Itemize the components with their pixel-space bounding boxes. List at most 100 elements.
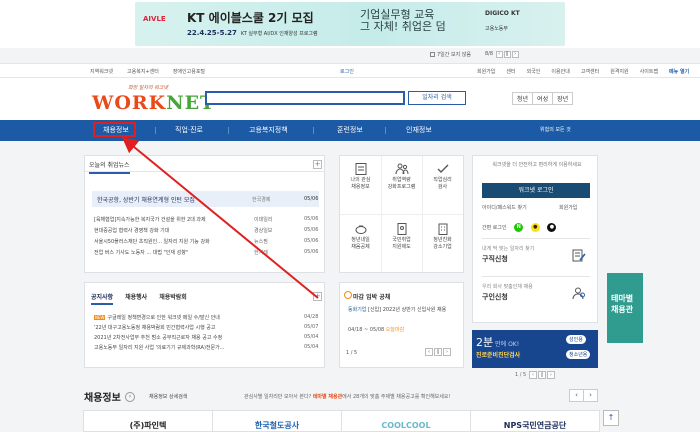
tab-fairs[interactable]: 채용박람회 — [159, 292, 187, 305]
service-youth-friendly[interactable]: 청년친화 강소기업 — [422, 218, 463, 257]
utility-left-links: 지역워크넷 고용복지+센터 장애인고용포털 — [90, 68, 205, 75]
check-hand-icon — [437, 164, 448, 173]
banner-logos: DIGICO KT 고용노동부 — [485, 10, 520, 32]
highlight-box — [93, 122, 136, 137]
banner-prev-button[interactable]: ‹ — [495, 51, 503, 58]
service-national-employment[interactable]: 국민취업 지원제도 — [381, 218, 422, 257]
deadline-prev-button[interactable]: ‹ — [425, 348, 433, 356]
tab-events[interactable]: 채용행사 — [125, 292, 147, 305]
list-item[interactable]: NEW 구글레일 정책변경으로 인한 워크넷 메일 수/발신 안내 04/28 — [94, 313, 319, 323]
jobs-next-button[interactable]: › — [583, 389, 598, 402]
kakao-icon[interactable]: ● — [530, 223, 540, 232]
promo-banner[interactable]: 2분 만에 OK! 진로준비진단검사 성인용 청소년용 — [472, 330, 598, 368]
company-cards: (주)파인텍 한국철도공사 COOLCOOL NPS국민연금공단 — [83, 410, 604, 432]
list-item[interactable]: 서울시50플러스재단 초직원인... 일자리 지원 기능 강화 뉴스핌 05/06 — [94, 237, 319, 248]
login-button[interactable]: 워크넷 로그인 — [482, 183, 590, 198]
promo-prev-button[interactable]: ‹ — [528, 371, 537, 379]
list-item[interactable]: 현대중공업 협력사 경영책 강화 기대 경상일보 05/06 — [94, 226, 319, 237]
notice-panel: 공지사항 채용행사 채용박람회 + NEW 구글레일 정책변경으로 인한 워크넷 … — [84, 282, 325, 368]
theme-hiring-banner[interactable]: 테마별 채용관 — [607, 273, 643, 343]
apple-icon[interactable]: ● — [547, 223, 557, 232]
service-interest-jobs[interactable]: 나의 관심 채용정보 — [340, 158, 381, 197]
util-link-center[interactable]: 고용복지+센터 — [127, 68, 159, 75]
join-link[interactable]: 회원가입 — [559, 204, 577, 211]
person-search-icon — [572, 287, 585, 300]
social-login: 간편 로그인 N ● ● — [482, 223, 557, 232]
news-featured[interactable]: 한국공항, 상반기 채용연계형 인턴 모집 한국경제 05/06 — [92, 191, 319, 207]
banner-ad[interactable]: AIVLE KT 에이블스쿨 2기 모집 22.4.25-5.27 KT 실무형 … — [135, 2, 565, 46]
top-banner[interactable]: AIVLE KT 에이블스쿨 2기 모집 22.4.25-5.27 KT 실무형 … — [0, 0, 700, 48]
banner-next-button[interactable]: › — [511, 51, 519, 58]
jobs-section-header: 채용정보 › 채용정보 상세검색 관심사별 일자리만 모아서 본다? 테마별 채… — [84, 389, 604, 404]
search-input[interactable] — [205, 91, 405, 105]
tab-youth[interactable]: 청년 — [512, 92, 534, 105]
promo-pager: 1 / 5 ‹ ∥ › — [515, 371, 555, 379]
people-icon — [395, 163, 408, 175]
list-item[interactable]: 2021년 2차전사업부 추천 범소 공무직근로자 채용 공고 수정 05/04 — [94, 333, 319, 343]
banner-pause-button[interactable]: ∥ — [503, 51, 511, 58]
job-search-button[interactable]: 일자리 검색 — [408, 91, 466, 105]
nav-item-welfare[interactable]: 고용복지정책 — [249, 120, 288, 141]
clock-icon — [344, 291, 352, 299]
service-grid: 나의 관심 채용정보 취업역량 강화프로그램 직업심리 검사 청년내일 채움공제 국민취… — [339, 155, 464, 273]
util-link-disabled[interactable]: 장애인고용포털 — [173, 68, 205, 75]
list-item[interactable]: [육해협업]지속가능한 복지국가 건설을 위한 2대 과제 이데일리 05/06 — [94, 215, 319, 226]
news-more-icon[interactable]: + — [313, 160, 322, 169]
deadline-item[interactable]: 동화기업 [신입] 2022년 상반기 신입사원 채용 — [348, 306, 458, 315]
job-offer-apply[interactable]: 우리 회사 맞춤인재 채용 구인신청 — [482, 283, 590, 309]
user-type-tabs: 청년 여성 장년 — [512, 92, 574, 105]
nav-item-talent[interactable]: 인재정보 — [406, 120, 432, 141]
tab-notice[interactable]: 공지사항 — [91, 292, 114, 305]
nav-item-all[interactable]: 위험의 모든 것 — [540, 120, 571, 141]
nav-item-career[interactable]: 직업·진로 — [175, 120, 203, 141]
notice-more-icon[interactable]: + — [313, 292, 322, 301]
info-icon[interactable]: › — [125, 392, 135, 402]
list-item[interactable]: 전업 버스 기사도 노동자 ... 대법 "인재 성향" 한겨레 05/06 — [94, 248, 319, 259]
banner-slogan: 기업실무형 교육 그 자체! 취업은 덤 — [360, 8, 446, 33]
company-card[interactable]: NPS국민연금공단 — [470, 410, 600, 432]
company-card[interactable]: 한국철도공사 — [212, 410, 342, 432]
list-item[interactable]: '22년 대구고용노동청 채용박람회 민간협력사업 시행 공고 05/07 — [94, 323, 319, 333]
deadline-title: 마감 임박 공채 — [353, 294, 391, 301]
banner-title: KT 에이블스쿨 2기 모집 — [187, 11, 314, 25]
util-link-local[interactable]: 지역워크넷 — [90, 68, 113, 75]
jobs-detail-search-link[interactable]: 채용정보 상세검색 — [149, 393, 187, 400]
deadline-next-button[interactable]: › — [443, 348, 451, 356]
nav-item-training[interactable]: 훈련정보 — [337, 120, 363, 141]
service-capacity[interactable]: 취업역량 강화프로그램 — [381, 158, 422, 197]
promo-adult-button[interactable]: 성인용 — [566, 335, 586, 344]
checklist-icon — [355, 163, 366, 175]
login-message: 워크넷을 더 안전하고 편리하게 이용하세요 — [492, 162, 582, 168]
login-panel: 워크넷을 더 안전하고 편리하게 이용하세요 워크넷 로그인 아이디/패스워드 … — [472, 155, 598, 323]
company-card[interactable]: COOLCOOL — [341, 410, 471, 432]
jobs-message: 관심사별 일자리만 모아서 본다? 테마별 채용관에서 28개의 맞춤 주제별 … — [244, 394, 451, 400]
site-header: 희망 일자리 워크넷 WORKNET 일자리 검색 청년 여성 장년 — [0, 78, 700, 120]
deadline-pager: 1 / 5 — [346, 350, 358, 356]
banner-pager: 8/8 ‹ ∥ › — [485, 51, 519, 58]
news-list: [육해협업]지속가능한 복지국가 건설을 위한 2대 과제 이데일리 05/06 현… — [94, 215, 319, 259]
list-item[interactable]: 고용노동부 일자리 지원 사업 '의료기기 규제과학(RA)전문가... 05/0… — [94, 343, 319, 353]
promo-pause-button[interactable]: ∥ — [537, 371, 546, 379]
news-panel: 오늘의 취업뉴스 + 한국공항, 상반기 채용연계형 인턴 모집 한국경제 05… — [84, 155, 325, 273]
banner-brand: AIVLE — [143, 15, 166, 23]
service-youth-savings[interactable]: 청년내일 채움공제 — [340, 218, 381, 257]
promo-next-button[interactable]: › — [546, 371, 555, 379]
naver-icon[interactable]: N — [514, 223, 524, 232]
deadline-pause-button[interactable]: ∥ — [434, 348, 442, 356]
banner-hide-checkbox[interactable]: 7일간 보지 않음 — [430, 51, 471, 58]
utility-bar: 지역워크넷 고용복지+센터 장애인고용포털 로그인 회원가입 센터 외국인 이용… — [0, 63, 700, 78]
tab-women[interactable]: 여성 — [532, 92, 554, 105]
scroll-top-button[interactable]: ↑ — [603, 410, 619, 426]
tab-senior[interactable]: 장년 — [552, 92, 574, 105]
document-icon — [397, 223, 406, 235]
promo-youth-button[interactable]: 청소년용 — [566, 350, 591, 359]
find-account-link[interactable]: 아이디/패스워드 찾기 — [482, 205, 527, 211]
company-card[interactable]: (주)파인텍 — [83, 410, 213, 432]
jobs-title: 채용정보 — [84, 393, 121, 404]
building-icon — [438, 223, 447, 235]
job-seek-apply[interactable]: 내게 딱 맞는 일자리 찾기 구직신청 — [482, 245, 590, 271]
worknet-logo[interactable]: 희망 일자리 워크넷 WORKNET — [88, 85, 214, 114]
service-psych-test[interactable]: 직업심리 검사 — [422, 158, 463, 197]
jobs-prev-button[interactable]: ‹ — [569, 389, 584, 402]
news-tab[interactable]: 오늘의 취업뉴스 — [89, 160, 130, 174]
